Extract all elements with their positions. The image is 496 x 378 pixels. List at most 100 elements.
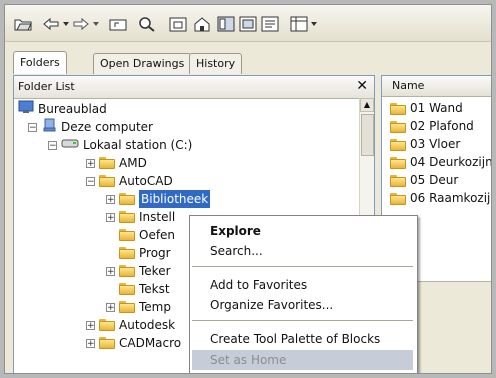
- folder-icon: [119, 229, 135, 241]
- folder-icon: [99, 175, 115, 187]
- folder-icon: [390, 138, 406, 151]
- name-column-header[interactable]: Name: [382, 76, 491, 97]
- home-icon[interactable]: [191, 13, 213, 35]
- folder-list-header: Folder List ✕: [14, 76, 374, 99]
- tree-item-bureaublad[interactable]: Bureaublad: [18, 100, 107, 118]
- close-icon[interactable]: ✕: [356, 78, 368, 94]
- list-item-label: 01 Wand: [410, 101, 463, 115]
- list-item[interactable]: 06 Raamkozijn: [390, 190, 492, 207]
- tab-folders[interactable]: Folders: [13, 51, 67, 74]
- context-menu: Explore Search... Add to Favorites Organ…: [189, 215, 418, 373]
- tree-item-label: Bibliotheek: [139, 190, 211, 208]
- column-label: Name: [392, 79, 425, 92]
- menu-separator: [192, 320, 413, 321]
- list-item[interactable]: 03 Vloer: [390, 136, 460, 153]
- tree-item-label: Lokaal station (C:): [83, 138, 193, 152]
- folder-icon: [119, 247, 135, 259]
- list-item-label: 06 Raamkozijn: [410, 191, 492, 205]
- computer-icon: [41, 118, 57, 137]
- folder-icon: [119, 193, 135, 205]
- collapse-icon[interactable]: −: [28, 122, 37, 132]
- tree-item-temp[interactable]: + Temp: [106, 298, 171, 316]
- views-icon[interactable]: [289, 13, 321, 35]
- tree-item-bibliotheek[interactable]: + Bibliotheek: [106, 190, 211, 208]
- folder-icon: [119, 265, 135, 277]
- pane-title: Folder List: [18, 80, 75, 93]
- expand-icon[interactable]: +: [86, 158, 95, 168]
- folder-icon: [99, 337, 115, 349]
- tree-item-cadmacro[interactable]: + CADMacro: [86, 334, 181, 352]
- expand-icon[interactable]: +: [86, 320, 95, 330]
- tree-item-label: Deze computer: [61, 120, 153, 134]
- list-item-label: 02 Plafond: [410, 119, 474, 133]
- list-item[interactable]: 04 Deurkozijn: [390, 154, 492, 171]
- favorites-icon[interactable]: [167, 13, 189, 35]
- list-item[interactable]: 02 Plafond: [390, 118, 474, 135]
- collapse-icon[interactable]: −: [86, 176, 95, 186]
- forward-icon[interactable]: [71, 13, 103, 35]
- tree-item-label: AMD: [119, 156, 147, 170]
- back-icon[interactable]: [41, 13, 71, 35]
- folder-icon: [390, 174, 406, 187]
- list-item-label: 04 Deurkozijn: [410, 155, 492, 169]
- drive-icon: [61, 136, 79, 154]
- menu-item-add-to-favorites[interactable]: Add to Favorites: [210, 276, 307, 294]
- expand-icon[interactable]: +: [86, 338, 95, 348]
- tree-item-oefen[interactable]: Oefen: [119, 226, 175, 244]
- folder-icon: [390, 192, 406, 205]
- tree-item-amd[interactable]: + AMD: [86, 154, 147, 172]
- list-item-label: 03 Vloer: [410, 137, 461, 151]
- tree-item-autodesk[interactable]: + Autodesk: [86, 316, 175, 334]
- expand-icon[interactable]: +: [106, 302, 115, 312]
- tree-item-instell[interactable]: + Instell: [106, 208, 175, 226]
- tree-item-progr[interactable]: Progr: [119, 244, 171, 262]
- tree-item-label: Bureaublad: [38, 102, 107, 116]
- collapse-icon[interactable]: −: [48, 140, 57, 150]
- folder-icon: [390, 156, 406, 169]
- menu-item-set-as-home[interactable]: Set as Home: [210, 351, 286, 369]
- expand-icon[interactable]: +: [106, 194, 115, 204]
- folder-icon: [390, 120, 406, 133]
- list-item-label: 05 Deur: [410, 173, 459, 187]
- up-icon[interactable]: [107, 13, 129, 35]
- scroll-up-icon[interactable]: ▲: [360, 98, 374, 112]
- folder-icon: [119, 211, 135, 223]
- tree-item-label: AutoCAD: [119, 174, 173, 188]
- toolbar: [5, 5, 491, 42]
- tree-item-autocad[interactable]: − AutoCAD: [86, 172, 173, 190]
- tree-item-label: Progr: [139, 246, 171, 260]
- menu-item-create-tool-palette[interactable]: Create Tool Palette of Blocks: [210, 330, 380, 348]
- tree-item-lokaal-station[interactable]: − Lokaal station (C:): [48, 136, 192, 154]
- tree-item-deze-computer[interactable]: − Deze computer: [28, 118, 153, 136]
- scroll-thumb[interactable]: [361, 114, 374, 156]
- folder-icon: [99, 157, 115, 169]
- menu-separator: [192, 266, 413, 267]
- tree-item-label: Autodesk: [119, 318, 176, 332]
- search-icon[interactable]: [135, 13, 159, 35]
- expand-icon[interactable]: +: [106, 212, 115, 222]
- tree-item-label: CADMacro: [119, 336, 182, 350]
- tree-item-label: Teker: [139, 264, 171, 278]
- folder-icon: [119, 301, 135, 313]
- menu-item-organize-favorites[interactable]: Organize Favorites...: [210, 296, 333, 314]
- menu-item-explore[interactable]: Explore: [210, 222, 261, 240]
- desktop-icon: [18, 100, 34, 119]
- folder-icon: [119, 283, 135, 295]
- tree-toggle-icon[interactable]: [11, 13, 35, 35]
- expand-icon[interactable]: +: [106, 266, 115, 276]
- tree-item-tekst[interactable]: Tekst: [119, 280, 170, 298]
- description-icon[interactable]: [259, 13, 281, 35]
- design-center-window: Open Drawings History Folders Folder Lis…: [4, 4, 492, 374]
- menu-item-search[interactable]: Search...: [210, 242, 263, 260]
- tree-item-label: Oefen: [139, 228, 176, 242]
- folder-icon: [390, 102, 406, 115]
- tree-item-label: Instell: [139, 210, 176, 224]
- tree-view-icon[interactable]: [215, 13, 237, 35]
- tab-open-drawings[interactable]: Open Drawings: [93, 53, 192, 74]
- list-item[interactable]: 05 Deur: [390, 172, 458, 189]
- tree-item-label: Temp: [139, 300, 171, 314]
- preview-icon[interactable]: [237, 13, 259, 35]
- list-item[interactable]: 01 Wand: [390, 100, 463, 117]
- tab-history[interactable]: History: [189, 53, 243, 74]
- tree-item-teker[interactable]: + Teker: [106, 262, 171, 280]
